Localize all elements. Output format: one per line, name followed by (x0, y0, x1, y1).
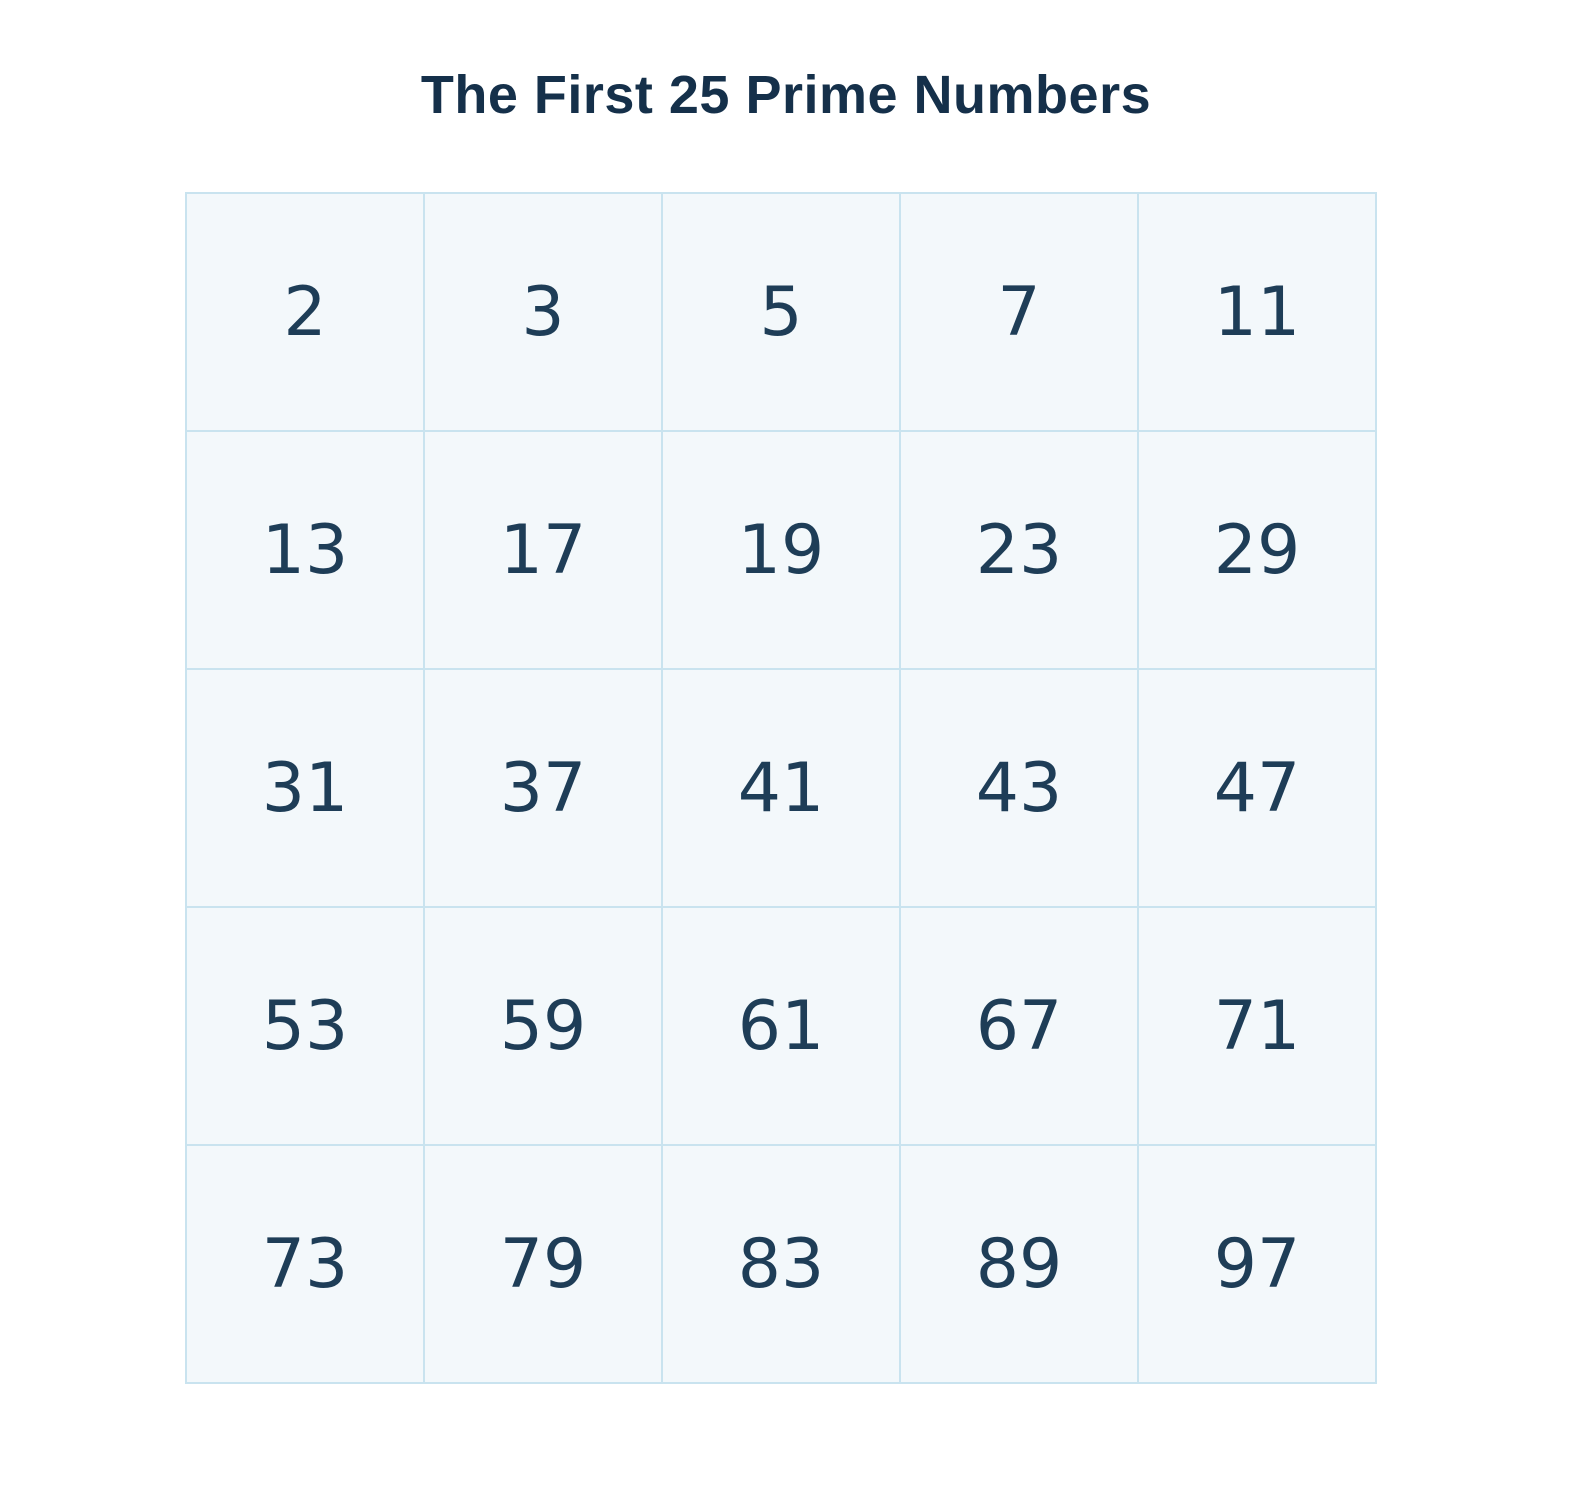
grid-cell: 3 (425, 194, 663, 432)
grid-cell: 73 (187, 1146, 425, 1384)
grid-cell: 2 (187, 194, 425, 432)
grid-cell: 13 (187, 432, 425, 670)
grid-cell: 31 (187, 670, 425, 908)
grid-cell: 61 (663, 908, 901, 1146)
grid-cell: 43 (901, 670, 1139, 908)
grid-cell: 11 (1139, 194, 1377, 432)
grid-cell: 17 (425, 432, 663, 670)
grid-cell: 37 (425, 670, 663, 908)
grid-cell: 7 (901, 194, 1139, 432)
grid-cell: 59 (425, 908, 663, 1146)
prime-number-grid: 2 3 5 7 11 13 17 19 23 29 31 37 41 43 47… (185, 192, 1377, 1384)
page-title: The First 25 Prime Numbers (420, 65, 1152, 125)
grid-cell: 41 (663, 670, 901, 908)
grid-cell: 29 (1139, 432, 1377, 670)
grid-cell: 53 (187, 908, 425, 1146)
grid-cell: 19 (663, 432, 901, 670)
grid-cell: 67 (901, 908, 1139, 1146)
grid-cell: 23 (901, 432, 1139, 670)
grid-cell: 5 (663, 194, 901, 432)
grid-cell: 97 (1139, 1146, 1377, 1384)
grid-cell: 47 (1139, 670, 1377, 908)
grid-cell: 83 (663, 1146, 901, 1384)
grid-cell: 71 (1139, 908, 1377, 1146)
grid-cell: 89 (901, 1146, 1139, 1384)
grid-cell: 79 (425, 1146, 663, 1384)
